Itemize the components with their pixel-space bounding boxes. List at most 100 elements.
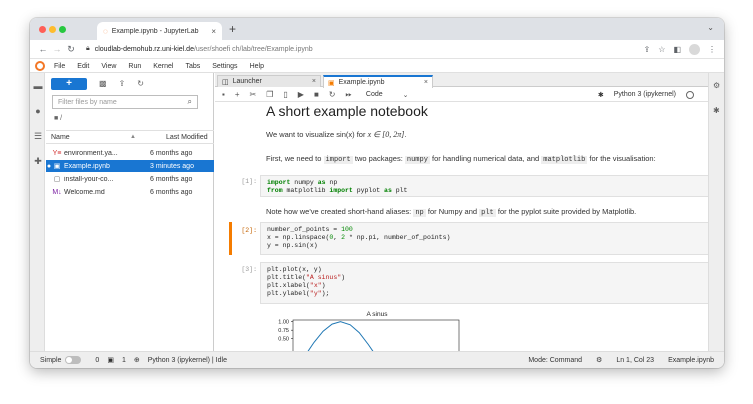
code-cell[interactable]: plt.plot(x, y) plt.title("A sinus") plt.…: [260, 262, 708, 304]
menu-tabs[interactable]: Tabs: [185, 63, 200, 70]
breadcrumb[interactable]: ■ /: [54, 115, 62, 122]
menu-edit[interactable]: Edit: [77, 63, 89, 70]
code-cell[interactable]: number_of_points = 100 x = np.linspace(0…: [260, 222, 708, 255]
run-icon[interactable]: ▶: [298, 90, 304, 99]
markdown-paragraph: Note how we've created short-hand aliase…: [266, 207, 637, 217]
new-tab-button[interactable]: +: [229, 22, 236, 36]
file-row-selected[interactable]: ● ▣ Example.ipynb 3 minutes ago: [46, 160, 214, 172]
chevron-down-icon[interactable]: ⌄: [707, 23, 714, 32]
simple-mode-label: Simple: [40, 356, 62, 364]
file-modified: 6 months ago: [150, 149, 193, 157]
code-cell[interactable]: import numpy as np from matplotlib impor…: [260, 175, 708, 197]
new-launcher-button[interactable]: +: [51, 77, 87, 90]
notebook-file-icon: ▣: [53, 163, 61, 170]
menu-view[interactable]: View: [101, 63, 116, 70]
browser-tab-strip: ◌ Example.ipynb - JupyterLab × + ⌄: [30, 18, 724, 40]
fast-forward-icon[interactable]: ⏩︎: [346, 90, 352, 100]
close-tab-icon[interactable]: ×: [312, 78, 316, 85]
notebook-mode: Mode: Command: [528, 356, 583, 364]
column-name[interactable]: Name: [46, 134, 130, 141]
forward-icon[interactable]: →: [50, 44, 64, 54]
kernel-status[interactable]: Python 3 (ipykernel) | Idle: [148, 357, 227, 364]
settings-icon[interactable]: ⚙: [596, 356, 602, 364]
notebook-content: A short example notebook We want to visu…: [215, 103, 708, 351]
markdown-paragraph: We want to visualize sin(x) for x ∈ [0, …: [266, 130, 407, 139]
cell-prompt: [1]:: [241, 178, 257, 185]
notebook-icon: ▣: [328, 79, 335, 87]
y-tick-label: 0.75: [278, 328, 289, 334]
file-name: install-your-co...: [64, 175, 114, 183]
upload-icon[interactable]: ⇪: [119, 79, 126, 88]
terminal-icon: ▣: [107, 357, 114, 364]
search-icon: ⌕: [187, 97, 192, 106]
more-menu-icon[interactable]: ⋮: [708, 45, 716, 54]
close-window-button[interactable]: [39, 26, 46, 33]
y-tick-label: 0.50: [278, 337, 289, 343]
debugger-icon[interactable]: ✱: [713, 106, 720, 115]
bookmark-star-icon[interactable]: ☆: [658, 45, 665, 54]
menu-kernel[interactable]: Kernel: [153, 63, 173, 70]
extensions-icon[interactable]: ✚: [33, 156, 43, 166]
chevron-down-icon[interactable]: ⌄: [403, 91, 409, 99]
running-sessions-icon[interactable]: ●: [33, 106, 43, 116]
file-row[interactable]: M↓ Welcome.md 6 months ago: [46, 186, 214, 198]
minimize-window-button[interactable]: [49, 26, 56, 33]
cut-icon[interactable]: ✂: [250, 90, 257, 99]
url-bar[interactable]: 🔒︎ cloudlab-demohub.rz.uni-kiel.de/user/…: [86, 43, 644, 56]
browser-tab[interactable]: ◌ Example.ipynb - JupyterLab ×: [97, 22, 222, 40]
file-filter-input[interactable]: Filter files by name ⌕: [52, 95, 198, 109]
close-tab-icon[interactable]: ×: [211, 27, 216, 36]
url-path: /user/shoefi ch/lab/tree/Example.ipynb: [193, 45, 313, 53]
profile-avatar[interactable]: [689, 43, 700, 55]
share-icon[interactable]: ⇪: [644, 45, 651, 54]
menu-help[interactable]: Help: [250, 63, 264, 70]
stop-icon[interactable]: ■: [314, 90, 319, 99]
maximize-window-button[interactable]: [59, 26, 66, 33]
tab-notebook-label: Example.ipynb: [338, 79, 385, 86]
status-bar: Simple 0 ▣ 1 ⊕ Python 3 (ipykernel) | Id…: [30, 351, 724, 368]
menu-run[interactable]: Run: [128, 63, 141, 70]
new-folder-icon[interactable]: ▩: [99, 79, 107, 88]
file-row[interactable]: Y≡ environment.ya... 6 months ago: [46, 147, 214, 159]
refresh-icon[interactable]: ↻: [137, 79, 144, 88]
close-tab-icon[interactable]: ×: [424, 79, 428, 86]
tab-launcher[interactable]: ◫ Launcher ×: [217, 75, 321, 87]
kernel-name[interactable]: Python 3 (ipykernel): [614, 91, 676, 98]
tab-notebook[interactable]: ▣ Example.ipynb ×: [323, 75, 433, 88]
yaml-file-icon: Y≡: [52, 149, 62, 157]
file-name: Welcome.md: [64, 188, 105, 196]
folder-icon[interactable]: ▬: [33, 81, 43, 91]
filter-placeholder: Filter files by name: [58, 98, 117, 106]
property-inspector-icon[interactable]: ⚙: [713, 81, 720, 90]
terminal-count[interactable]: 0: [95, 357, 99, 364]
column-last-modified[interactable]: Last Modified: [146, 134, 208, 141]
file-list-header: Name ▲ Last Modified: [46, 130, 214, 144]
save-icon[interactable]: ▪: [222, 90, 225, 99]
cursor-position[interactable]: Ln 1, Col 23: [616, 357, 654, 364]
tab-launcher-label: Launcher: [232, 78, 262, 85]
kernel-count[interactable]: 1: [122, 357, 126, 364]
notebook-toolbar: ▪ + ✂ ❐ ▯ ▶ ■ ↻ ⏩︎ Code ⌄ ✱ Python 3 (ip…: [215, 88, 708, 102]
file-row[interactable]: ▢ install-your-co... 6 months ago: [46, 173, 214, 185]
right-sidebar: ⚙ ✱: [708, 73, 724, 351]
url-host: cloudlab-demohub.rz.uni-kiel.de: [94, 45, 194, 53]
reload-icon[interactable]: ↻: [64, 44, 78, 55]
paste-icon[interactable]: ▯: [283, 90, 287, 99]
simple-mode-toggle[interactable]: [65, 356, 82, 364]
debugger-icon[interactable]: ✱: [598, 91, 604, 99]
menu-file[interactable]: File: [54, 63, 65, 70]
plot-frame: [292, 319, 460, 351]
cell-prompt: [2]:: [241, 227, 257, 234]
copy-icon[interactable]: ❐: [266, 90, 273, 99]
restart-icon[interactable]: ↻: [329, 90, 336, 99]
file-browser: + ▩ ⇪ ↻ Filter files by name ⌕ ■ / Name …: [46, 73, 214, 351]
sidebar-icon[interactable]: ◧: [673, 45, 681, 54]
back-icon[interactable]: ←: [36, 44, 50, 54]
launcher-icon: ◫: [222, 78, 229, 86]
menu-settings[interactable]: Settings: [212, 63, 237, 70]
table-of-contents-icon[interactable]: ☰: [33, 131, 43, 141]
browser-window: ◌ Example.ipynb - JupyterLab × + ⌄ ← → ↻…: [30, 18, 724, 368]
kernel-icon: ⊕: [133, 357, 140, 364]
insert-cell-icon[interactable]: +: [235, 90, 240, 99]
cell-type-select[interactable]: Code: [366, 91, 383, 98]
